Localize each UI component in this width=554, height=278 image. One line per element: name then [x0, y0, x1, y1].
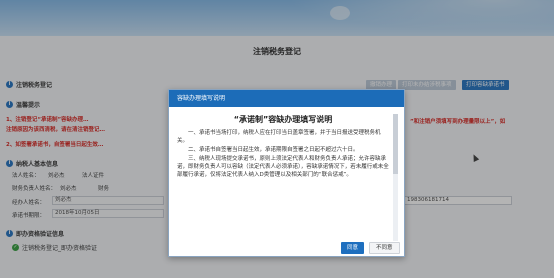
dialog-paragraph-3: 三、纳税人现场提交承诺书，原则上须法定代表人和财务负责人承诺；允许容缺承诺，即财… — [177, 156, 389, 178]
dialog-header: 容缺办理填写说明 — [169, 90, 404, 107]
dialog-scrollbar[interactable] — [393, 114, 398, 241]
agree-button[interactable]: 同意 — [341, 242, 365, 254]
instructions-dialog: 容缺办理填写说明 “承诺制”容缺办理填写说明 一、承诺书当场打印，纳税人应在打印… — [168, 89, 405, 257]
dialog-paragraph-1: 一、承诺书当场打印，纳税人应在打印当日盖章签署，并于当日报送受理税务机关。 — [177, 130, 381, 144]
scrollbar-thumb[interactable] — [393, 114, 398, 174]
dialog-content: “承诺制”容缺办理填写说明 一、承诺书当场打印，纳税人应在打印当日盖章签署，并于… — [177, 114, 389, 242]
disagree-button[interactable]: 不同意 — [369, 242, 400, 254]
dialog-paragraph-2: 二、承诺书自签署当日起生效，承诺期限自签署之日起不超过六十日。 — [188, 147, 359, 153]
dialog-title: “承诺制”容缺办理填写说明 — [233, 115, 333, 124]
